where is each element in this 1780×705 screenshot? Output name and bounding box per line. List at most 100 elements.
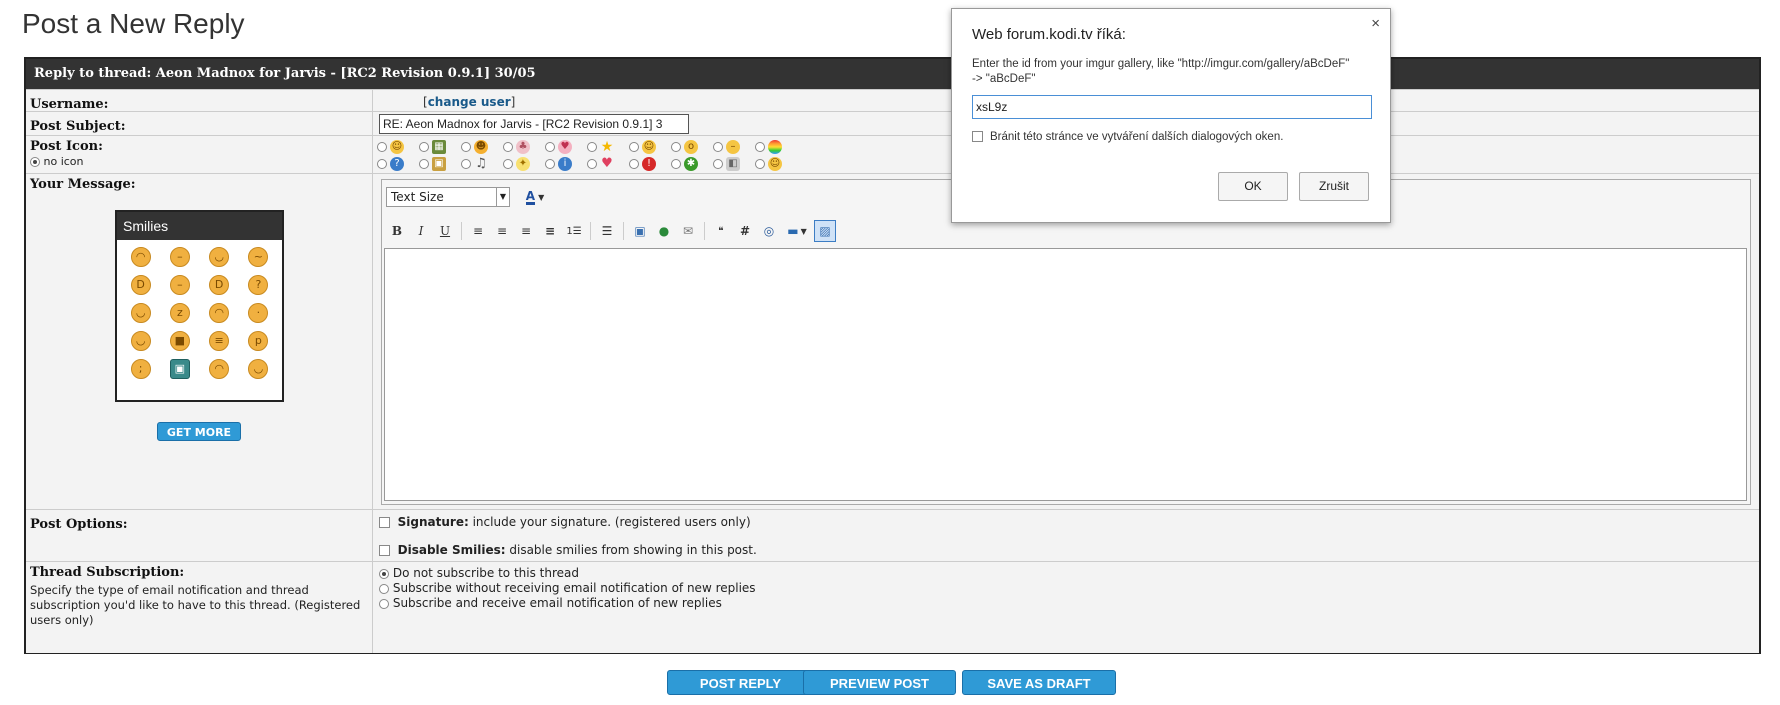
post-icon-option[interactable]: ☺: [755, 155, 797, 172]
image-icon[interactable]: ▣: [629, 220, 651, 242]
post-icon-radio[interactable]: [461, 158, 471, 169]
post-icon-radio[interactable]: [503, 141, 513, 152]
laughing-smiley-icon[interactable]: D: [209, 275, 230, 295]
post-icon-radio[interactable]: [377, 158, 387, 169]
change-user-link[interactable]: change user: [428, 95, 511, 109]
email-icon[interactable]: ✉: [677, 220, 699, 242]
post-icon-radio[interactable]: [671, 158, 681, 169]
subscription-option[interactable]: Subscribe and receive email notification…: [379, 596, 722, 610]
quote-icon[interactable]: ❝: [710, 220, 732, 242]
bold-icon[interactable]: B: [386, 220, 408, 242]
subscription-option[interactable]: Subscribe without receiving email notifi…: [379, 581, 756, 595]
block-dialogs-checkbox[interactable]: [972, 131, 983, 143]
video-icon[interactable]: ▬ ▼: [782, 220, 812, 242]
disable-smilies-option[interactable]: Disable Smilies: disable smilies from sh…: [379, 543, 757, 557]
post-icon-option[interactable]: ♥: [545, 138, 587, 155]
cool-smiley-icon[interactable]: ■: [169, 331, 190, 351]
subject-input[interactable]: RE: Aeon Madnox for Jarvis - [RC2 Revisi…: [379, 114, 689, 134]
smirk-smiley-icon[interactable]: ◡: [130, 331, 151, 351]
post-icon-option[interactable]: ✱: [671, 155, 713, 172]
post-icon-option[interactable]: ▣: [419, 155, 461, 172]
smile-smiley-icon[interactable]: ◡: [209, 247, 230, 267]
post-icon-radio[interactable]: [629, 158, 639, 169]
message-textarea[interactable]: [384, 248, 1747, 501]
align-justify-icon[interactable]: ≡: [539, 220, 561, 242]
signature-option[interactable]: Signature: include your signature. (regi…: [379, 515, 751, 529]
bullet-list-icon[interactable]: ☰: [596, 220, 618, 242]
sleepy-smiley-icon[interactable]: z: [169, 303, 190, 323]
underline-icon[interactable]: U: [434, 220, 456, 242]
post-icon-radio[interactable]: [587, 158, 597, 169]
post-icon-option[interactable]: ★: [587, 138, 629, 155]
no-icon-radio[interactable]: [30, 157, 40, 167]
dialog-ok-button[interactable]: OK: [1218, 172, 1288, 201]
italic-icon[interactable]: I: [410, 220, 432, 242]
post-icon-radio[interactable]: [671, 141, 681, 152]
post-icon-option[interactable]: ▦: [419, 138, 461, 155]
post-icon-radio[interactable]: [755, 158, 765, 169]
font-color-button[interactable]: A ▼: [518, 186, 552, 208]
post-icon-option[interactable]: –: [713, 138, 755, 155]
sad-smiley-icon[interactable]: ◠: [209, 303, 230, 323]
subscription-option[interactable]: Do not subscribe to this thread: [379, 566, 579, 580]
align-right-icon[interactable]: ≡: [515, 220, 537, 242]
grimace-smiley-icon[interactable]: ≡: [209, 331, 230, 351]
big-grin-smiley-icon[interactable]: D: [130, 275, 151, 295]
post-icon-option[interactable]: ◧: [713, 155, 755, 172]
block-dialogs-option[interactable]: Bránit této stránce ve vytváření dalších…: [972, 131, 1283, 143]
post-icon-option[interactable]: ♣: [503, 138, 545, 155]
imgur-icon[interactable]: ▨: [814, 220, 836, 242]
post-icon-radio[interactable]: [545, 141, 555, 152]
post-icon-radio[interactable]: [377, 141, 387, 152]
subscription-radio[interactable]: [379, 598, 389, 609]
signature-checkbox[interactable]: [379, 517, 390, 528]
post-icon-option[interactable]: ☺: [629, 138, 671, 155]
post-reply-button[interactable]: POST REPLY: [667, 670, 814, 695]
post-icon-option[interactable]: ?: [377, 155, 419, 172]
subscription-radio[interactable]: [379, 568, 389, 579]
robot-smiley-icon[interactable]: ▣: [169, 359, 190, 379]
shy-smiley-icon[interactable]: ·: [248, 303, 269, 323]
disable-smilies-checkbox[interactable]: [379, 545, 390, 556]
link-icon[interactable]: ●: [653, 220, 675, 242]
post-icon-radio[interactable]: [419, 141, 429, 152]
post-icon-option[interactable]: o: [671, 138, 713, 155]
post-icon-option[interactable]: ☻: [461, 138, 503, 155]
post-icon-radio[interactable]: [503, 158, 513, 169]
no-icon-option[interactable]: no icon: [30, 155, 368, 168]
subscription-radio[interactable]: [379, 583, 389, 594]
wink-smiley-icon[interactable]: ;: [130, 359, 151, 379]
align-center-icon[interactable]: ≡: [491, 220, 513, 242]
post-icon-option[interactable]: ☺: [377, 138, 419, 155]
code-icon[interactable]: #: [734, 220, 756, 242]
post-icon-option[interactable]: ♫: [461, 155, 503, 172]
save-draft-button[interactable]: SAVE AS DRAFT: [962, 670, 1116, 695]
dialog-input[interactable]: xsL9z: [972, 95, 1372, 119]
post-icon-option[interactable]: ♥: [587, 155, 629, 172]
confused-smiley-icon[interactable]: ~: [248, 247, 269, 267]
neutral-smiley-icon[interactable]: –: [169, 275, 190, 295]
get-more-button[interactable]: GET MORE: [157, 422, 241, 441]
blush-smiley-icon[interactable]: ◡: [248, 359, 269, 379]
preview-post-button[interactable]: PREVIEW POST: [803, 670, 956, 695]
post-icon-radio[interactable]: [629, 141, 639, 152]
frown-smiley-icon[interactable]: ◠: [209, 359, 230, 379]
post-icon-radio[interactable]: [713, 158, 723, 169]
angel-smiley-icon[interactable]: ◠: [130, 247, 151, 267]
post-icon-radio[interactable]: [419, 158, 429, 169]
dialog-cancel-button[interactable]: Zrušit: [1299, 172, 1369, 201]
happy-smiley-icon[interactable]: ◡: [130, 303, 151, 323]
post-icon-radio[interactable]: [545, 158, 555, 169]
post-icon-radio[interactable]: [713, 141, 723, 152]
text-size-select[interactable]: Text Size ▼: [386, 187, 510, 207]
post-icon-radio[interactable]: [587, 141, 597, 152]
post-icon-option[interactable]: i: [545, 155, 587, 172]
php-icon[interactable]: ◎: [758, 220, 780, 242]
post-icon-option[interactable]: ✦: [503, 155, 545, 172]
post-icon-option[interactable]: !: [629, 155, 671, 172]
question-smiley-icon[interactable]: ?: [248, 275, 269, 295]
align-left-icon[interactable]: ≡: [467, 220, 489, 242]
post-icon-radio[interactable]: [461, 141, 471, 152]
post-icon-option[interactable]: [755, 138, 797, 155]
straight-smiley-icon[interactable]: –: [169, 247, 190, 267]
